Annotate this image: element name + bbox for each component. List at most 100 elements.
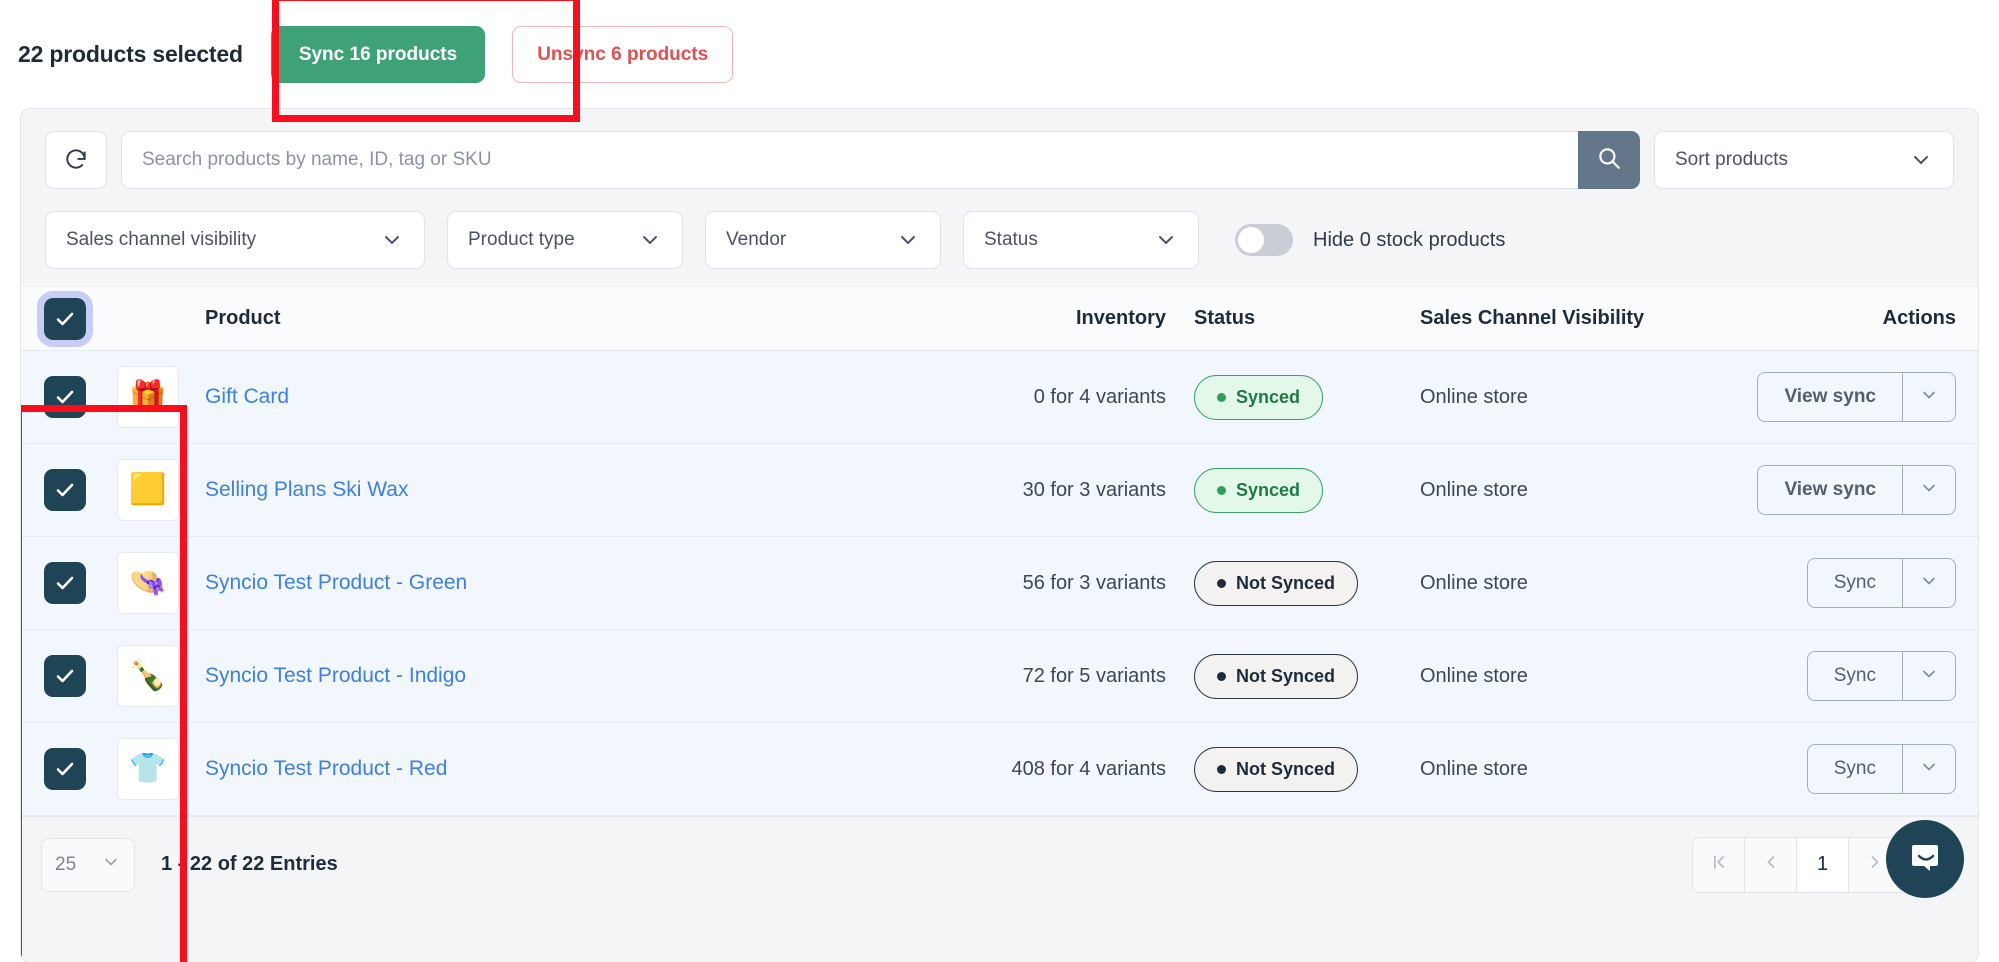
sync-button[interactable]: Sync xyxy=(1806,558,1902,608)
table-row[interactable]: 🎁 Gift Card 0 for 4 variants Synced Onli… xyxy=(21,351,1978,444)
filter-sales-channel-visibility[interactable]: Sales channel visibility xyxy=(45,211,425,269)
hide-zero-stock-toggle[interactable] xyxy=(1235,224,1293,256)
intercom-chat-icon xyxy=(1905,837,1945,882)
row-checkbox[interactable] xyxy=(44,655,86,697)
inventory-cell: 30 for 3 variants xyxy=(1022,478,1166,501)
row-action-dropdown-toggle[interactable] xyxy=(1902,372,1956,422)
filter-status[interactable]: Status xyxy=(963,211,1199,269)
page-prev-button[interactable] xyxy=(1745,837,1797,892)
row-select-cell xyxy=(21,376,109,418)
chevron-down-icon xyxy=(1919,571,1939,596)
status-text: Synced xyxy=(1236,386,1301,407)
product-name-cell: Syncio Test Product - Green xyxy=(187,571,898,595)
row-checkbox[interactable] xyxy=(44,562,86,604)
product-link[interactable]: Syncio Test Product - Red xyxy=(205,757,447,780)
column-header-actions: Actions xyxy=(1882,307,1956,329)
row-action-split-button: Sync xyxy=(1806,558,1956,608)
check-icon xyxy=(53,478,77,502)
table-row[interactable]: 🟨 Selling Plans Ski Wax 30 for 3 variant… xyxy=(21,444,1978,537)
unsync-products-button[interactable]: Unsync 6 products xyxy=(512,25,734,83)
intercom-launcher-button[interactable] xyxy=(1886,820,1964,898)
row-select-cell xyxy=(21,655,109,697)
status-dot-icon xyxy=(1217,485,1226,495)
thumb-glyph: 🍾 xyxy=(129,659,167,692)
chevron-down-icon xyxy=(101,852,121,878)
inventory-cell: 0 for 4 variants xyxy=(1033,385,1166,408)
sort-products-dropdown[interactable]: Sort products xyxy=(1654,131,1954,189)
actions-cell: View sync xyxy=(1728,465,1978,515)
product-thumbnail-cell: 🎁 xyxy=(109,366,187,428)
status-cell: Synced xyxy=(1166,374,1388,420)
thumb-glyph: 🎁 xyxy=(129,380,167,413)
status-text: Not Synced xyxy=(1236,758,1336,779)
entries-count-label: 1 - 22 of 22 Entries xyxy=(161,853,338,875)
row-checkbox[interactable] xyxy=(44,376,86,418)
product-link[interactable]: Syncio Test Product - Green xyxy=(205,571,467,594)
row-action-dropdown-toggle[interactable] xyxy=(1902,744,1956,794)
page-first-button[interactable] xyxy=(1693,837,1745,892)
select-all-checkbox[interactable] xyxy=(37,290,93,347)
table-header-row: Product Inventory Status Sales Channel V… xyxy=(21,287,1978,351)
row-checkbox[interactable] xyxy=(44,748,86,790)
gift-card-thumbnail: 🎁 xyxy=(117,366,179,428)
product-link[interactable]: Selling Plans Ski Wax xyxy=(205,478,408,501)
sync-button[interactable]: Sync xyxy=(1806,651,1902,701)
row-select-cell xyxy=(21,748,109,790)
product-name-cell: Syncio Test Product - Indigo xyxy=(187,664,898,688)
status-cell: Not Synced xyxy=(1166,560,1388,606)
column-header-status: Status xyxy=(1194,307,1256,329)
product-link[interactable]: Gift Card xyxy=(205,385,289,408)
chevron-right-icon xyxy=(1865,852,1885,878)
actions-cell: View sync xyxy=(1728,372,1978,422)
check-icon xyxy=(53,571,77,595)
product-thumbnail-cell: 🟨 xyxy=(109,459,187,521)
hide-zero-stock-label: Hide 0 stock products xyxy=(1313,228,1506,251)
column-header-inventory: Inventory xyxy=(1075,307,1166,329)
ski-wax-thumbnail: 🟨 xyxy=(117,459,179,521)
sync-products-button[interactable]: Sync 16 products xyxy=(270,25,486,83)
table-row[interactable]: 👒 Syncio Test Product - Green 56 for 3 v… xyxy=(21,537,1978,630)
chevron-down-icon xyxy=(1919,757,1939,782)
visibility-cell: Online store xyxy=(1420,571,1528,594)
visibility-cell: Online store xyxy=(1420,757,1528,780)
status-dot-icon xyxy=(1217,392,1226,402)
search-button[interactable] xyxy=(1578,131,1640,189)
chevron-down-icon xyxy=(1154,228,1178,252)
page-number-1[interactable]: 1 xyxy=(1797,837,1849,892)
check-icon xyxy=(53,307,77,331)
row-action-dropdown-toggle[interactable] xyxy=(1902,558,1956,608)
row-action-dropdown-toggle[interactable] xyxy=(1902,651,1956,701)
product-link[interactable]: Syncio Test Product - Indigo xyxy=(205,664,466,687)
product-thumbnail-cell: 🍾 xyxy=(109,645,187,707)
green-hat-thumbnail: 👒 xyxy=(117,552,179,614)
hide-zero-stock-group: Hide 0 stock products xyxy=(1235,224,1505,256)
row-checkbox[interactable] xyxy=(44,469,86,511)
chevron-down-icon xyxy=(638,228,662,252)
table-row[interactable]: 👕 Syncio Test Product - Red 408 for 4 va… xyxy=(21,723,1978,816)
view-sync-button[interactable]: View sync xyxy=(1757,372,1902,422)
filter-label: Status xyxy=(984,229,1038,250)
chevron-down-icon xyxy=(380,228,404,252)
check-icon xyxy=(53,385,77,409)
chevron-down-icon xyxy=(1919,385,1939,410)
view-sync-button[interactable]: View sync xyxy=(1757,465,1902,515)
sync-button[interactable]: Sync xyxy=(1806,744,1902,794)
column-header-product: Product xyxy=(205,307,281,329)
refresh-button[interactable] xyxy=(45,131,107,189)
chevron-down-icon xyxy=(1909,148,1933,172)
visibility-cell: Online store xyxy=(1420,478,1528,501)
inventory-cell: 408 for 4 variants xyxy=(1011,757,1166,780)
status-badge: Not Synced xyxy=(1194,560,1359,606)
filter-product-type[interactable]: Product type xyxy=(447,211,683,269)
product-thumbnail-cell: 👕 xyxy=(109,738,187,800)
row-action-dropdown-toggle[interactable] xyxy=(1902,465,1956,515)
search-field-group xyxy=(121,131,1640,189)
status-dot-icon xyxy=(1217,671,1226,681)
filter-label: Sales channel visibility xyxy=(66,229,257,250)
filter-vendor[interactable]: Vendor xyxy=(705,211,941,269)
per-page-dropdown[interactable]: 25 xyxy=(41,837,135,892)
indigo-bottle-thumbnail: 🍾 xyxy=(117,645,179,707)
per-page-value: 25 xyxy=(55,853,77,875)
search-input[interactable] xyxy=(121,131,1578,189)
table-row[interactable]: 🍾 Syncio Test Product - Indigo 72 for 5 … xyxy=(21,630,1978,723)
